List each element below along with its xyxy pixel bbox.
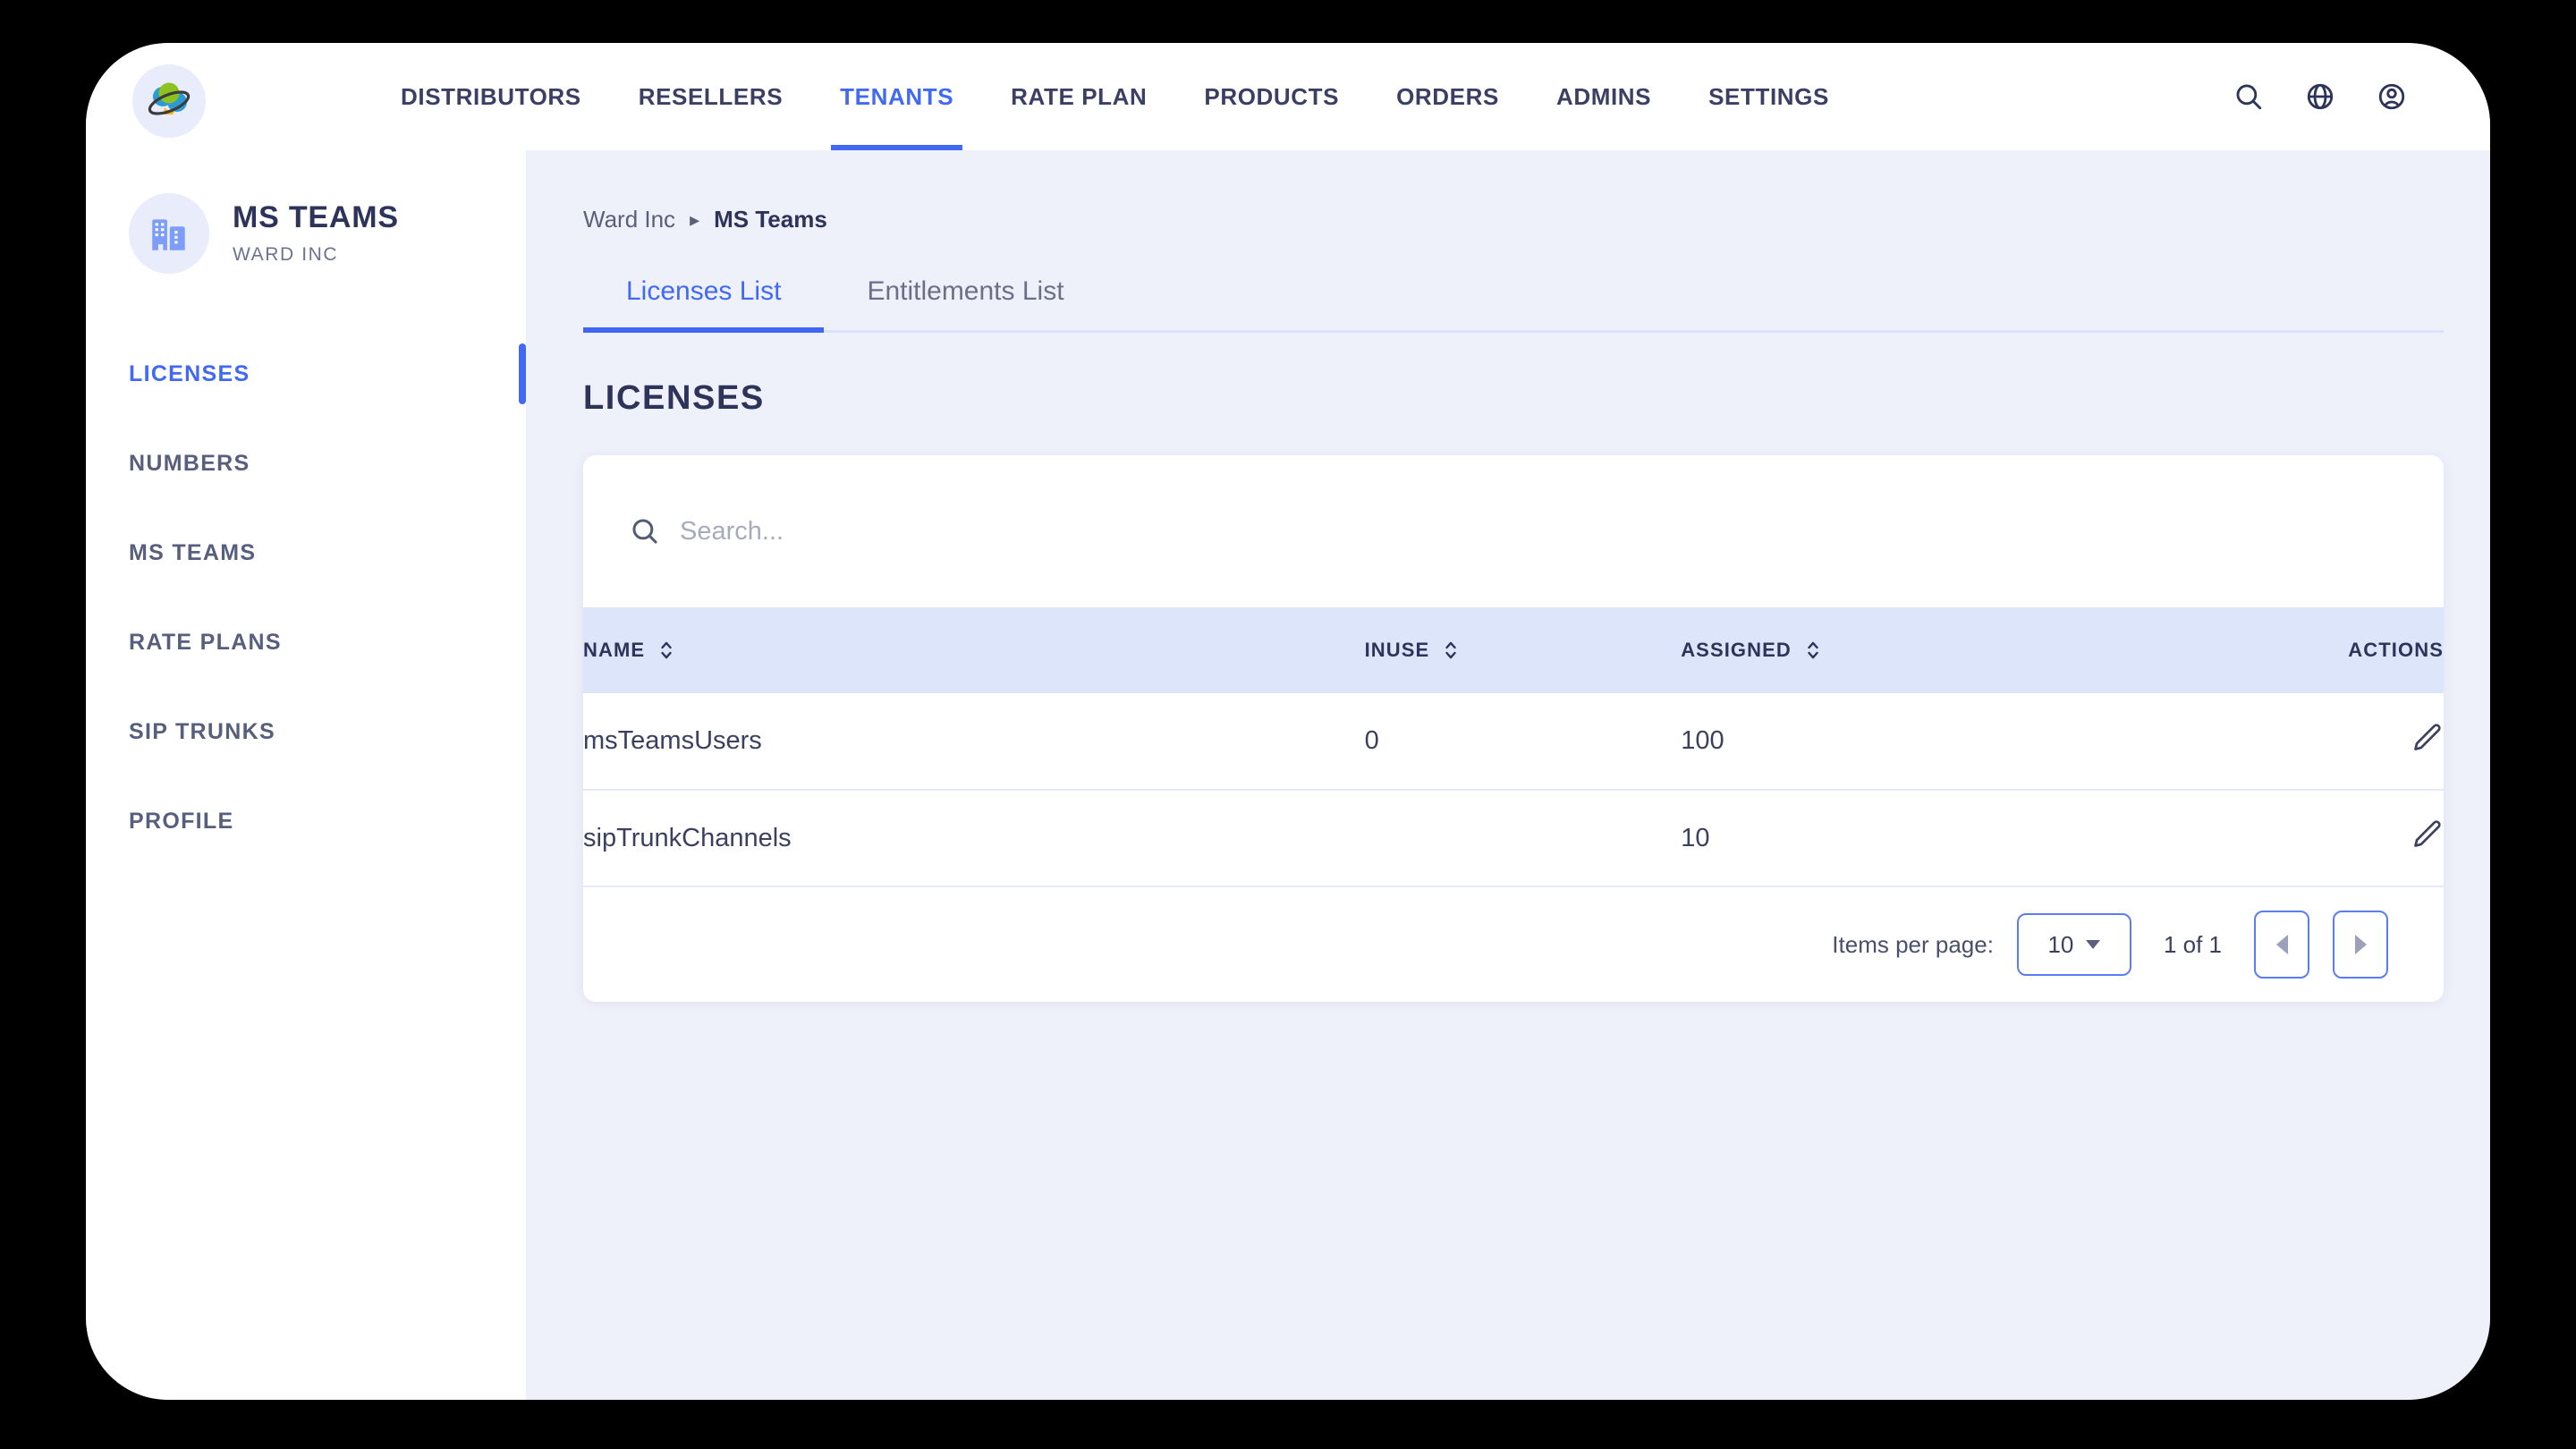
table-row[interactable]: msTeamsUsers 0 100 (583, 693, 2444, 791)
cell-actions (2127, 693, 2444, 791)
nav-links: DISTRIBUTORS RESELLERS TENANTS RATE PLAN… (372, 43, 1858, 150)
cell-name: sipTrunkChannels (583, 790, 1365, 887)
globe-icon[interactable] (2302, 79, 2338, 114)
items-per-page-select[interactable]: 10 (2016, 913, 2131, 976)
column-header-inuse-label: INUSE (1364, 639, 1430, 661)
tab-entitlements-list[interactable]: Entitlements List (824, 276, 1106, 330)
nav-icon-group (2231, 43, 2410, 150)
search-icon (632, 519, 657, 544)
nav-link-resellers[interactable]: RESELLERS (610, 43, 811, 150)
cell-inuse (1364, 790, 1682, 887)
sort-arrows-icon (1808, 641, 1818, 659)
tab-bar: Licenses List Entitlements List (583, 276, 2444, 333)
sidebar-header: MS TEAMS WARD INC (86, 150, 526, 274)
sidebar-subtitle: WARD INC (233, 243, 339, 265)
nav-link-products[interactable]: PRODUCTS (1175, 43, 1368, 150)
cell-inuse: 0 (1364, 693, 1682, 791)
sidebar-item-licenses[interactable]: LICENSES (86, 329, 526, 419)
column-header-name-label: NAME (583, 639, 646, 661)
building-office-icon (129, 193, 209, 274)
table-header: NAME INUSE ASSIGNED ACTIONS (583, 607, 2444, 693)
next-page-button[interactable] (2333, 911, 2388, 979)
cell-name: msTeamsUsers (583, 693, 1365, 791)
sort-arrows-icon (1445, 641, 1457, 659)
tab-licenses-list[interactable]: Licenses List (583, 276, 825, 333)
search-icon[interactable] (2231, 79, 2267, 114)
sidebar: MS TEAMS WARD INC LICENSES NUMBERS MS TE… (86, 150, 526, 1400)
sidebar-item-sip-trunks[interactable]: SIP TRUNKS (86, 687, 526, 776)
breadcrumb: Ward Inc ▸ MS Teams (583, 150, 2444, 233)
previous-page-button[interactable] (2254, 911, 2309, 979)
atom-orbit-logo-icon[interactable] (132, 64, 206, 138)
account-circle-icon[interactable] (2374, 79, 2410, 114)
sidebar-item-profile[interactable]: PROFILE (86, 776, 526, 866)
search-row: Search... (583, 455, 2444, 607)
breadcrumb-separator-icon: ▸ (690, 208, 700, 231)
licenses-card: Search... NAME INUSE ASSIGNED ACTIONS ms… (583, 455, 2444, 1002)
column-header-actions: ACTIONS (2127, 607, 2444, 693)
nav-link-settings[interactable]: SETTINGS (1680, 43, 1858, 150)
edit-pencil-icon[interactable] (2410, 818, 2444, 852)
search-placeholder: Search... (680, 516, 784, 546)
nav-link-rate-plan[interactable]: RATE PLAN (982, 43, 1175, 150)
sidebar-title: MS TEAMS (233, 200, 399, 235)
items-per-page-label: Items per page: (1832, 930, 1994, 958)
chevron-right-icon (2354, 935, 2367, 954)
nav-link-tenants[interactable]: TENANTS (811, 43, 982, 150)
sidebar-menu: LICENSES NUMBERS MS TEAMS RATE PLANS SIP… (86, 329, 526, 866)
nav-link-orders[interactable]: ORDERS (1368, 43, 1528, 150)
breadcrumb-current: MS Teams (714, 206, 827, 233)
sidebar-item-numbers[interactable]: NUMBERS (86, 419, 526, 508)
app-window: DISTRIBUTORS RESELLERS TENANTS RATE PLAN… (86, 43, 2490, 1400)
items-per-page-value: 10 (2047, 930, 2074, 958)
breadcrumb-parent[interactable]: Ward Inc (583, 206, 675, 233)
cell-assigned: 100 (1681, 693, 2128, 791)
table-row[interactable]: sipTrunkChannels 10 (583, 790, 2444, 887)
column-header-inuse[interactable]: INUSE (1365, 607, 1682, 693)
main-content: Ward Inc ▸ MS Teams Licenses List Entitl… (526, 150, 2490, 1400)
top-navigation-bar: DISTRIBUTORS RESELLERS TENANTS RATE PLAN… (86, 43, 2490, 150)
page-range-label: 1 of 1 (2163, 930, 2222, 958)
page-title: LICENSES (583, 379, 765, 417)
chevron-left-icon (2275, 935, 2288, 954)
edit-pencil-icon[interactable] (2410, 721, 2444, 755)
licenses-table: NAME INUSE ASSIGNED ACTIONS msTeamsUsers… (583, 607, 2444, 887)
column-header-name[interactable]: NAME (583, 607, 1365, 693)
table-body: msTeamsUsers 0 100 sipTrunkChannels 10 (583, 693, 2444, 887)
sidebar-item-ms-teams[interactable]: MS TEAMS (86, 508, 526, 597)
nav-link-distributors[interactable]: DISTRIBUTORS (372, 43, 610, 150)
column-header-assigned-label: ASSIGNED (1681, 639, 1792, 661)
cell-assigned: 10 (1681, 790, 2128, 887)
table-header-row: NAME INUSE ASSIGNED ACTIONS (583, 607, 2444, 693)
chevron-down-icon (2086, 940, 2101, 949)
nav-link-admins[interactable]: ADMINS (1528, 43, 1680, 150)
search-input[interactable]: Search... (630, 516, 2397, 547)
column-header-actions-label: ACTIONS (2348, 639, 2444, 661)
pagination-bar: Items per page: 10 1 of 1 (583, 887, 2444, 1002)
cell-actions (2127, 790, 2444, 887)
column-header-assigned[interactable]: ASSIGNED (1681, 607, 2127, 693)
sidebar-item-rate-plans[interactable]: RATE PLANS (86, 597, 526, 687)
sort-arrows-icon (661, 641, 672, 659)
